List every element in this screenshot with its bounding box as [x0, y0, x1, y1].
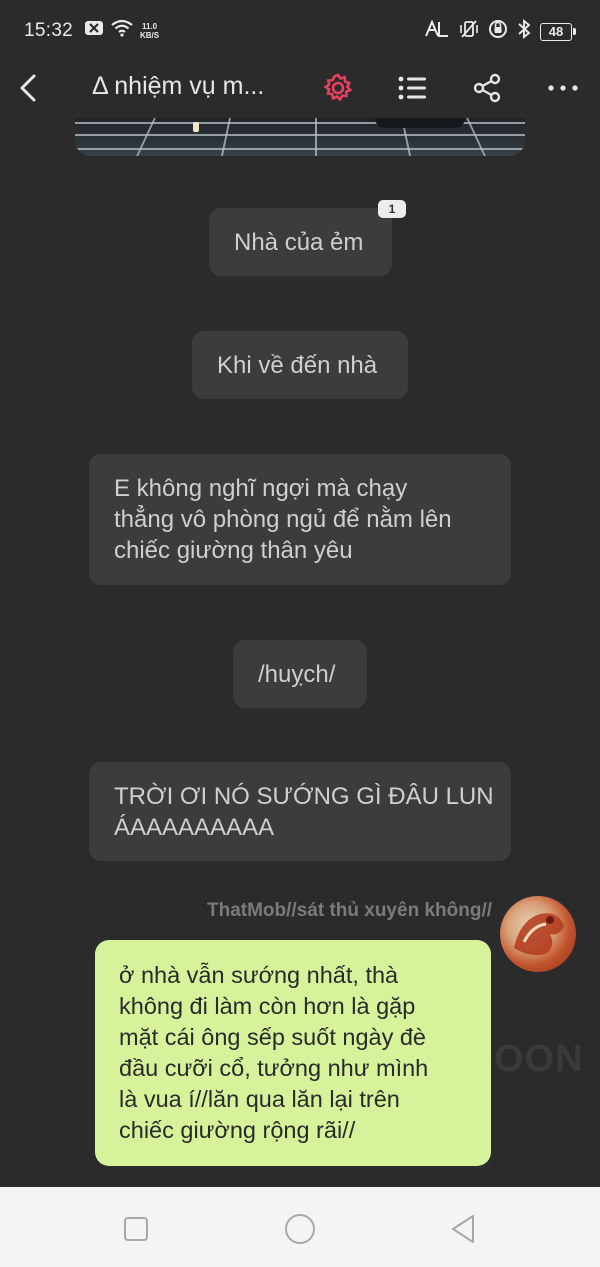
share-icon: [473, 73, 501, 103]
back-button[interactable]: [14, 68, 46, 108]
status-left-icons: 11.0 KB/S: [84, 19, 159, 43]
reply-line: ở nhà vẫn sướng nhất, thà: [119, 962, 399, 988]
message-bubble: /huỵch/: [233, 640, 367, 708]
sender-name[interactable]: ThatMob//sát thủ xuyên không//: [207, 900, 492, 922]
recent-apps-icon: [124, 1217, 148, 1241]
bluetooth-icon: [517, 19, 531, 45]
reply-line: không đi làm còn hơn là gặp: [119, 993, 416, 1019]
data-saver-icon: [488, 19, 508, 45]
message-line: ÁAAAAAAAAA: [114, 814, 275, 841]
close-box-icon: [84, 20, 104, 42]
recent-apps-button[interactable]: [116, 1209, 156, 1249]
avatar[interactable]: [500, 896, 576, 972]
reply-line: đầu cưỡi cổ, tưởng như mình: [119, 1055, 429, 1081]
comment-count-badge[interactable]: 1: [378, 200, 406, 218]
status-right-icons: 48: [424, 19, 576, 45]
chapter-list-button[interactable]: [394, 68, 430, 108]
message-text: /huỵch/: [258, 661, 336, 688]
status-time: 15:32: [24, 20, 74, 41]
message-line: E không nghĩ ngợi mà chạy: [114, 475, 408, 502]
navigation-bar: [0, 1187, 600, 1267]
hd-signal-icon: [424, 19, 450, 44]
message-line: thẳng vô phòng ngủ để nằm lên: [114, 506, 452, 533]
list-icon: [398, 76, 426, 100]
message-bubble: E không nghĩ ngợi mà chạy thẳng vô phòng…: [89, 454, 511, 585]
message-text: Khi về đến nhà: [217, 352, 378, 379]
home-icon: [285, 1214, 315, 1244]
watermark: OON: [494, 1038, 584, 1080]
reply-line: chiếc giường rộng rãi//: [119, 1117, 356, 1143]
home-button[interactable]: [280, 1209, 320, 1249]
status-bar: 15:32 11.0 KB/S 48: [0, 0, 600, 62]
message-text: Nhà của ẻm: [234, 229, 364, 256]
toolbar: Δ nhiệm vụ m...: [0, 62, 600, 118]
back-triangle-icon: [452, 1215, 474, 1243]
back-icon: [20, 74, 36, 102]
message-bubble: Nhà của ẻm: [209, 208, 392, 276]
more-button[interactable]: [545, 68, 581, 108]
network-speed: 11.0 KB/S: [140, 22, 159, 40]
more-icon: [548, 85, 578, 91]
wifi-icon: [110, 19, 134, 43]
vibrate-off-icon: [459, 19, 479, 45]
message-bubble: Khi về đến nhà: [192, 331, 408, 399]
settings-gear-icon: [323, 73, 353, 102]
message-line: TRỜI ƠI NÓ SƯỚNG GÌ ĐÂU LUN: [114, 783, 494, 810]
settings-button[interactable]: [320, 68, 356, 108]
reply-bubble: ở nhà vẫn sướng nhất, thà không đi làm c…: [95, 940, 491, 1166]
battery-icon: 48: [540, 23, 576, 41]
share-button[interactable]: [469, 68, 505, 108]
speed-unit: KB/S: [140, 31, 160, 40]
message-line: chiếc giường thân yêu: [114, 537, 353, 564]
reply-line: mặt cái ông sếp suốt ngày đè: [119, 1024, 427, 1050]
conversation-title[interactable]: Δ nhiệm vụ m...: [92, 72, 307, 101]
speed-value: 11.0: [141, 22, 158, 31]
chat-image[interactable]: [75, 118, 525, 156]
message-bubble: TRỜI ƠI NÓ SƯỚNG GÌ ĐÂU LUN ÁAAAAAAAAA: [89, 762, 511, 861]
nav-back-button[interactable]: [443, 1209, 483, 1249]
reply-line: là vua í//lăn qua lăn lại trên: [119, 1086, 400, 1112]
